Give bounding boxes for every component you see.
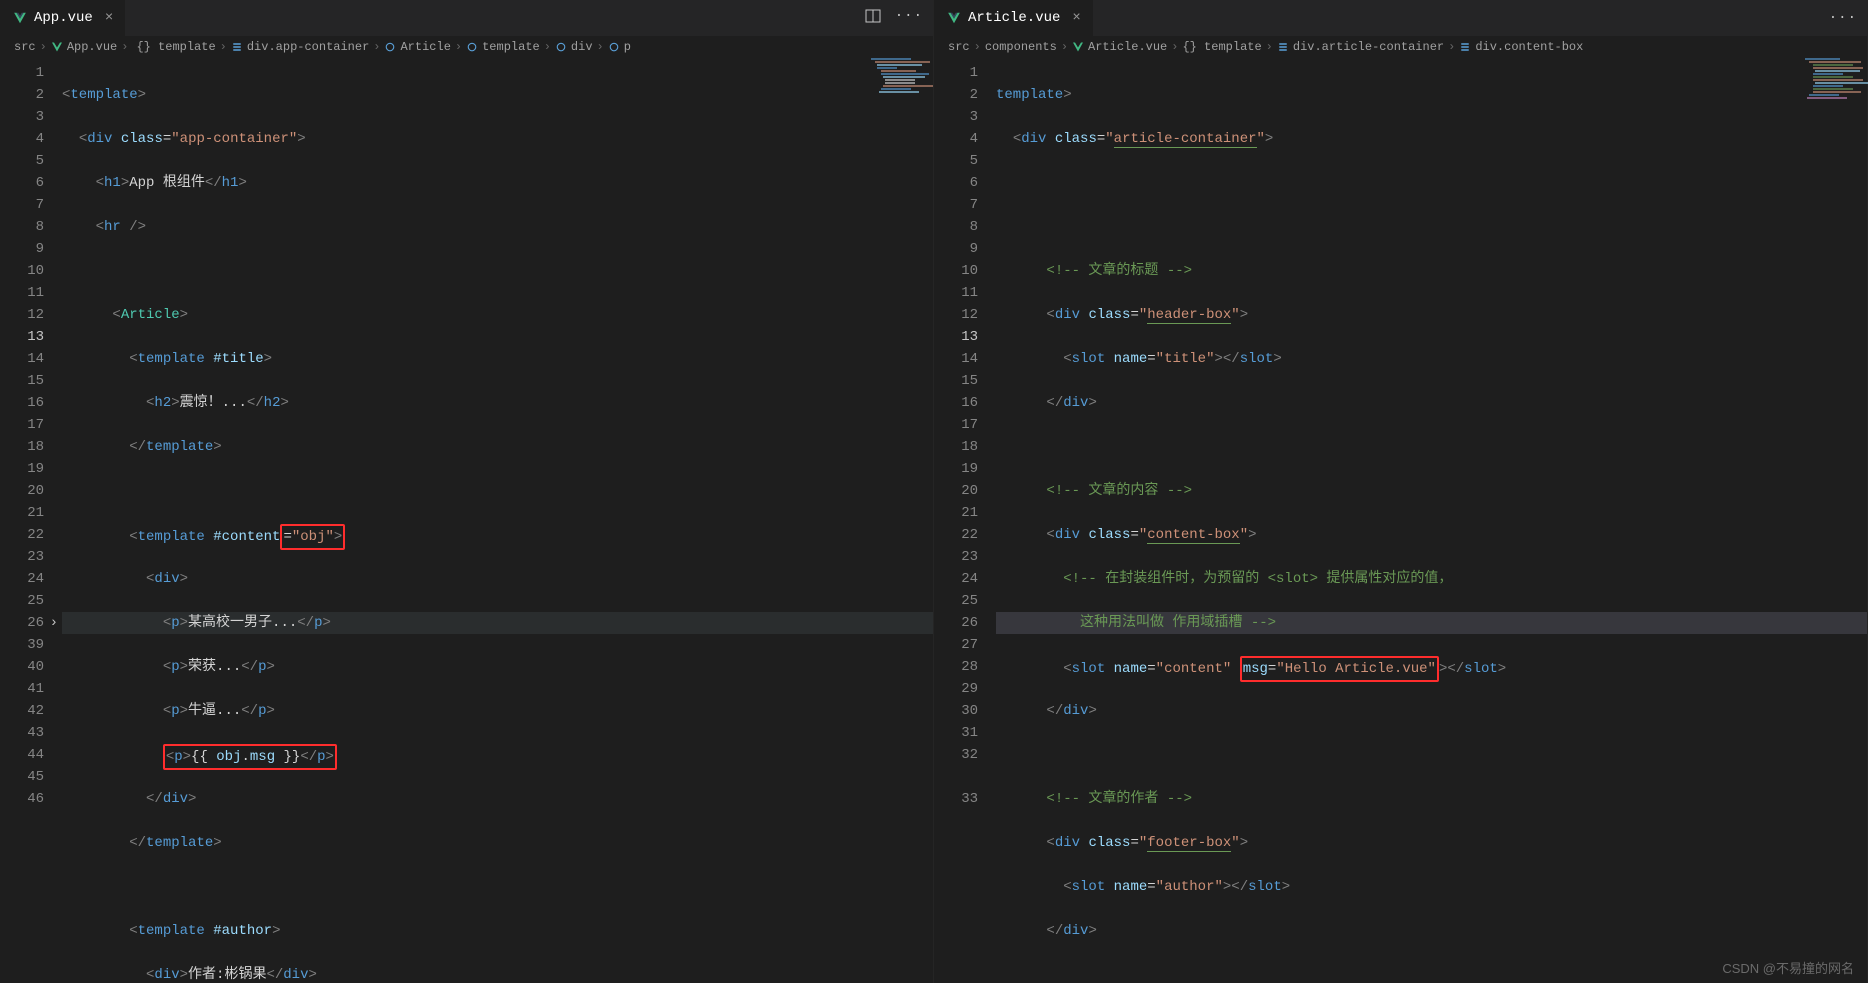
element-icon	[384, 41, 396, 53]
element-icon	[1277, 41, 1289, 53]
tab-actions: ···	[1829, 10, 1867, 26]
tab-bar: App.vue × ···	[0, 0, 933, 36]
vue-icon	[12, 10, 28, 26]
element-icon	[555, 41, 567, 53]
close-icon[interactable]: ×	[105, 10, 113, 26]
code-content[interactable]: <template> <div class="app-container"> <…	[62, 58, 933, 983]
tab-label: Article.vue	[968, 10, 1060, 26]
element-icon	[466, 41, 478, 53]
more-icon[interactable]: ···	[895, 8, 923, 29]
element-icon	[231, 41, 243, 53]
code-content[interactable]: template> <div class="article-container"…	[996, 58, 1867, 983]
element-icon	[608, 41, 620, 53]
vue-icon	[51, 41, 63, 53]
tab-bar: Article.vue × ···	[934, 0, 1867, 36]
editor-area[interactable]: 1 2 3 4 5 6 7 8 9 10 11 12 13 14 15 16 1…	[934, 58, 1867, 983]
breadcrumb[interactable]: src› App.vue› {} template› div.app-conta…	[0, 36, 933, 58]
vue-icon	[946, 10, 962, 26]
split-editor-icon[interactable]	[865, 8, 881, 29]
highlight-obj-binding: ="obj">	[280, 524, 345, 550]
element-icon	[1459, 41, 1471, 53]
editor-pane-left: App.vue × ··· src› App.vue› {} template›…	[0, 0, 934, 983]
highlight-msg-attr: msg="Hello Article.vue"	[1240, 656, 1439, 682]
highlight-obj-msg: <p>{{ obj.msg }}</p>	[163, 744, 337, 770]
more-icon[interactable]: ···	[1829, 10, 1857, 26]
line-gutter: 1 2 3 4 5 6 7 8 9 10 11 12 13 14 15 16 1…	[0, 58, 62, 983]
line-gutter: 1 2 3 4 5 6 7 8 9 10 11 12 13 14 15 16 1…	[934, 58, 996, 983]
editor-pane-right: Article.vue × ··· src› components› Artic…	[934, 0, 1868, 983]
tab-article-vue[interactable]: Article.vue ×	[934, 0, 1094, 36]
editor-area[interactable]: 1 2 3 4 5 6 7 8 9 10 11 12 13 14 15 16 1…	[0, 58, 933, 983]
watermark: CSDN @不易撞的网名	[1722, 958, 1854, 977]
vue-icon	[1072, 41, 1084, 53]
breadcrumb[interactable]: src› components› Article.vue› {} templat…	[934, 36, 1867, 58]
close-icon[interactable]: ×	[1072, 10, 1080, 26]
tab-actions: ···	[865, 8, 933, 29]
tab-label: App.vue	[34, 10, 93, 26]
tab-app-vue[interactable]: App.vue ×	[0, 0, 126, 36]
